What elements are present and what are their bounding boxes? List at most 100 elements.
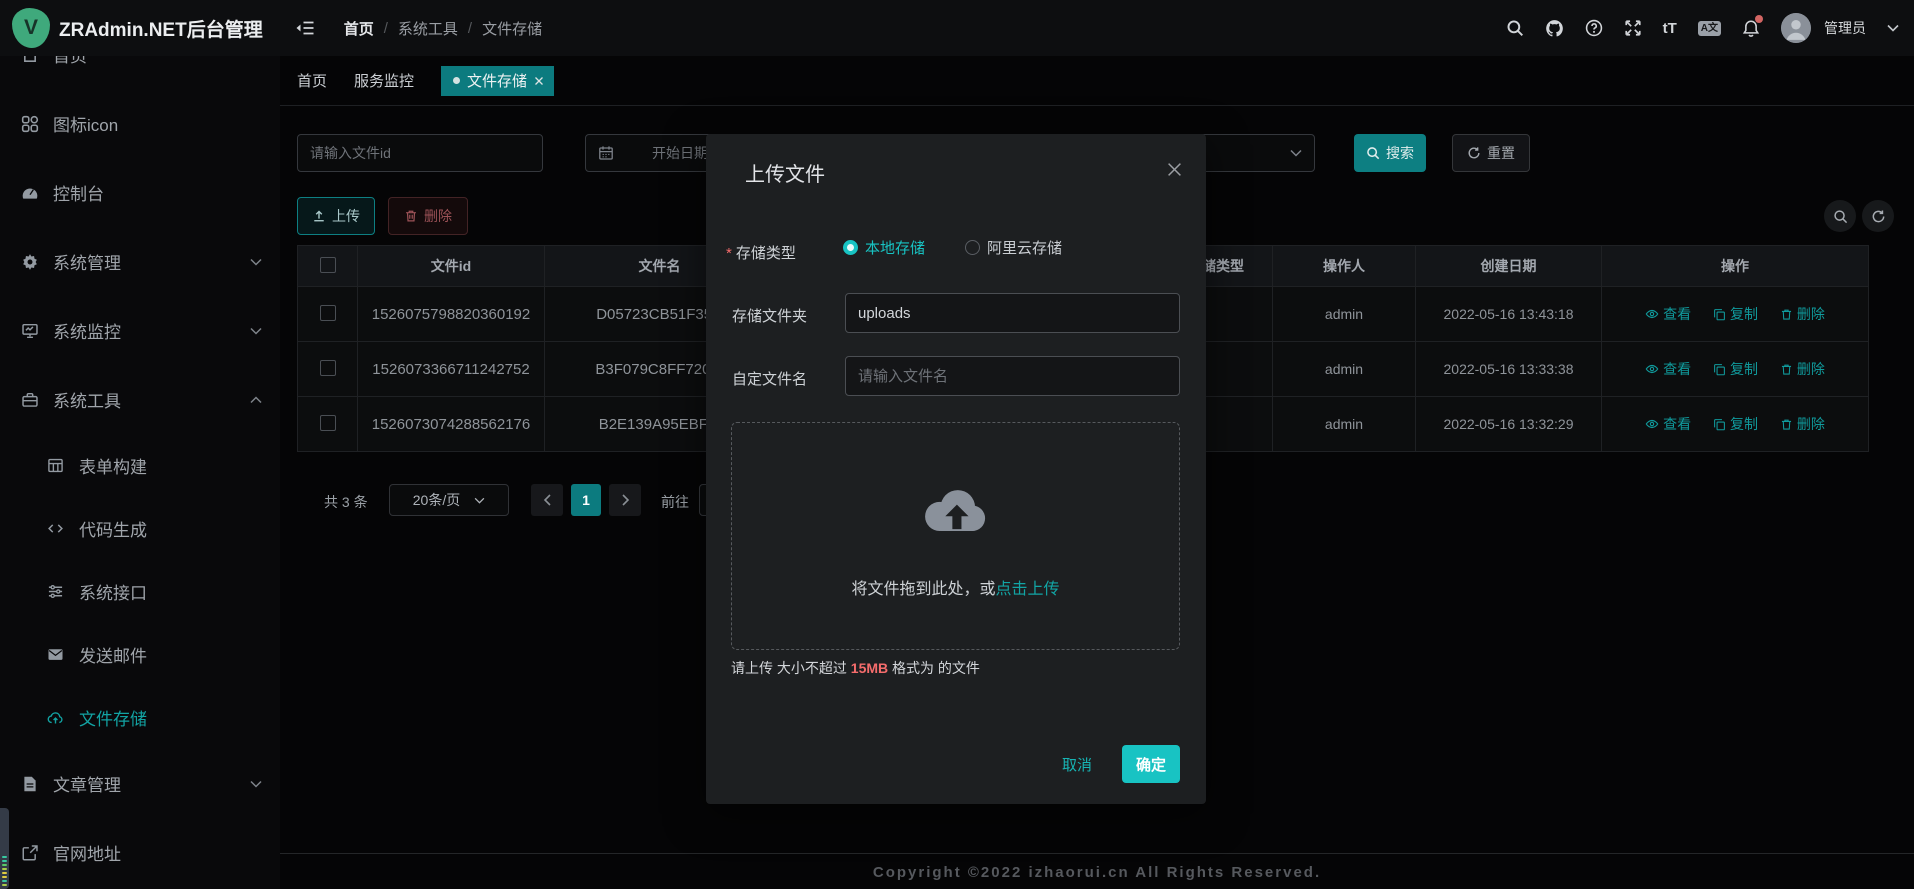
- sidebar-item-label: 文件存储: [79, 705, 147, 730]
- copy-link[interactable]: 复制: [1713, 359, 1758, 379]
- sidebar-item-label: 文章管理: [53, 771, 121, 796]
- help-icon[interactable]: [1585, 19, 1603, 37]
- sidebar-item-article-manage[interactable]: 文章管理: [0, 749, 280, 818]
- folder-input[interactable]: [845, 293, 1180, 333]
- refresh-table-icon[interactable]: [1862, 200, 1894, 232]
- pagination-total: 共 3 条: [324, 492, 368, 512]
- sidebar-item-system-api[interactable]: 系统接口: [0, 560, 280, 623]
- select-all-checkbox[interactable]: [320, 257, 336, 273]
- document-icon: [21, 775, 39, 793]
- tab-home[interactable]: 首页: [297, 70, 327, 91]
- toggle-search-icon[interactable]: [1824, 200, 1856, 232]
- file-id-input[interactable]: [297, 134, 543, 172]
- github-icon[interactable]: [1545, 19, 1564, 38]
- view-link[interactable]: 查看: [1645, 414, 1691, 434]
- page-size-select[interactable]: 20条/页: [389, 484, 509, 516]
- click-upload-link[interactable]: 点击上传: [996, 581, 1060, 598]
- current-page-button[interactable]: 1: [571, 484, 601, 516]
- row-checkbox[interactable]: [320, 360, 336, 376]
- font-size-icon[interactable]: tT: [1663, 20, 1677, 37]
- sidebar-item-system-manage[interactable]: 系统管理: [0, 227, 280, 296]
- translate-icon[interactable]: A文: [1698, 21, 1721, 36]
- folder-label: 存储文件夹: [732, 305, 807, 326]
- sidebar-item-system-tools[interactable]: 系统工具: [0, 365, 280, 434]
- cell-operator: admin: [1273, 287, 1416, 342]
- breadcrumb: 首页 / 系统工具 / 文件存储: [344, 18, 542, 39]
- gear-icon: [21, 253, 39, 271]
- dashboard-icon: [21, 184, 39, 202]
- sidebar-item-label: 发送邮件: [79, 642, 147, 667]
- delete-link[interactable]: 删除: [1780, 304, 1825, 324]
- reset-button[interactable]: 重置: [1452, 134, 1530, 172]
- view-link-label: 查看: [1663, 414, 1691, 434]
- sidebar-item-send-mail[interactable]: 发送邮件: [0, 623, 280, 686]
- sidebar-item-icons[interactable]: 图标icon: [0, 89, 280, 158]
- copy-link-label: 复制: [1730, 304, 1758, 324]
- footer-copyright: Copyright ©2022 izhaorui.cn All Rights R…: [280, 864, 1914, 881]
- dialog-footer: 取消 确定: [1062, 745, 1180, 783]
- file-drop-zone[interactable]: 将文件拖到此处，或点击上传: [731, 422, 1180, 650]
- sidebar-item-form-builder[interactable]: 表单构建: [0, 434, 280, 497]
- tab-close-icon[interactable]: [534, 76, 544, 86]
- copy-link[interactable]: 复制: [1713, 304, 1758, 324]
- search-icon[interactable]: [1506, 19, 1524, 37]
- browser-extension-widget: [0, 808, 9, 889]
- fullscreen-icon[interactable]: [1624, 19, 1642, 37]
- row-checkbox[interactable]: [320, 415, 336, 431]
- sidebar-item-system-monitor[interactable]: 系统监控: [0, 296, 280, 365]
- view-link[interactable]: 查看: [1645, 359, 1691, 379]
- column-file-id: 文件id: [358, 246, 545, 287]
- upload-button-label: 上传: [332, 206, 360, 226]
- search-button[interactable]: 搜索: [1354, 134, 1426, 172]
- chevron-down-icon: [1290, 149, 1302, 157]
- goto-page-label: 前往: [661, 492, 689, 512]
- home-icon: [21, 56, 39, 64]
- sidebar-item-official-site[interactable]: 官网地址: [0, 818, 280, 887]
- breadcrumb-separator: /: [468, 20, 472, 37]
- page-size-value: 20条/页: [413, 490, 460, 510]
- prev-page-button[interactable]: [531, 484, 563, 516]
- sidebar-item-label: 图标icon: [53, 111, 118, 136]
- view-link[interactable]: 查看: [1645, 304, 1691, 324]
- delete-link-label: 删除: [1797, 414, 1825, 434]
- user-name[interactable]: 管理员: [1824, 18, 1866, 38]
- confirm-button[interactable]: 确定: [1122, 745, 1180, 783]
- drop-zone-text: 将文件拖到此处，或点击上传: [732, 575, 1179, 599]
- sidebar-item-home[interactable]: 首页: [0, 56, 280, 89]
- next-page-button[interactable]: [609, 484, 641, 516]
- menu-fold-icon[interactable]: [295, 20, 314, 36]
- avatar[interactable]: [1781, 13, 1811, 43]
- chevron-down-icon[interactable]: [1887, 24, 1899, 32]
- cell-created: 2022-05-16 13:33:38: [1416, 342, 1602, 397]
- sidebar-item-label: 系统接口: [79, 579, 147, 604]
- notification-badge: [1755, 15, 1763, 23]
- breadcrumb-home[interactable]: 首页: [344, 18, 374, 39]
- sidebar-item-code-gen[interactable]: 代码生成: [0, 497, 280, 560]
- tab-file-storage[interactable]: 文件存储: [441, 66, 554, 96]
- sidebar-item-label: 表单构建: [79, 453, 147, 478]
- sidebar-item-label: 系统监控: [53, 318, 121, 343]
- upload-button[interactable]: 上传: [297, 197, 375, 235]
- sliders-icon: [47, 583, 65, 601]
- row-checkbox[interactable]: [320, 305, 336, 321]
- close-icon[interactable]: [1167, 162, 1182, 177]
- radio-local-storage[interactable]: 本地存储: [843, 237, 925, 258]
- cell-file-id: 1526075798820360192: [358, 287, 545, 342]
- sidebar-item-file-storage[interactable]: 文件存储: [0, 686, 280, 749]
- delete-link[interactable]: 删除: [1780, 414, 1825, 434]
- breadcrumb-file-storage: 文件存储: [482, 18, 542, 39]
- tab-label: 文件存储: [467, 70, 527, 91]
- notification-bell-icon[interactable]: [1742, 19, 1760, 38]
- sidebar-item-console[interactable]: 控制台: [0, 158, 280, 227]
- search-icon: [1366, 146, 1380, 160]
- page-tab-bar: 首页 服务监控 文件存储: [280, 56, 1914, 106]
- cancel-button[interactable]: 取消: [1062, 754, 1092, 775]
- delete-button[interactable]: 删除: [388, 197, 468, 235]
- delete-link[interactable]: 删除: [1780, 359, 1825, 379]
- radio-aliyun-storage[interactable]: 阿里云存储: [965, 237, 1062, 258]
- radio-label: 阿里云存储: [987, 237, 1062, 258]
- app-title: ZRAdmin.NET后台管理: [59, 15, 263, 42]
- filename-input[interactable]: [845, 356, 1180, 396]
- tab-service-monitor[interactable]: 服务监控: [354, 70, 414, 91]
- copy-link[interactable]: 复制: [1713, 414, 1758, 434]
